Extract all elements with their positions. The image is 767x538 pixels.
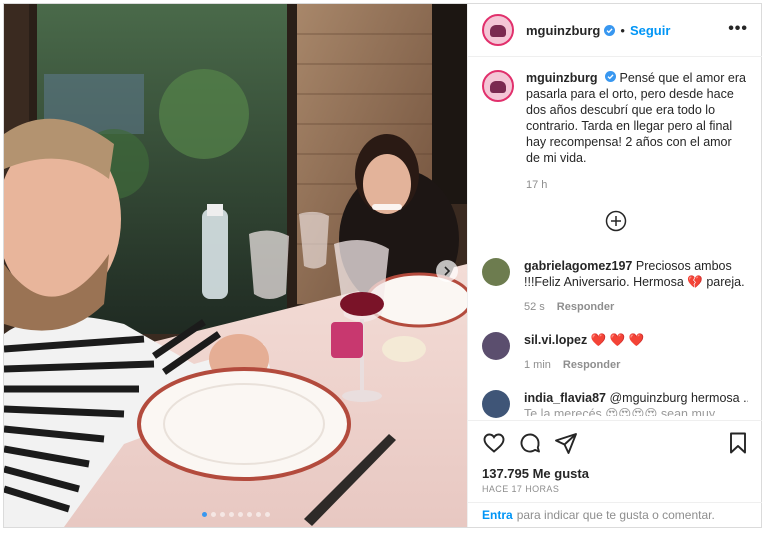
login-link[interactable]: Entra xyxy=(482,508,513,522)
caption-body: mguinzburg Pensé que el amor era pasarla… xyxy=(526,70,748,193)
caption-author-avatar[interactable] xyxy=(482,70,514,102)
caption-time[interactable]: 17 h xyxy=(526,177,748,193)
carousel-dot xyxy=(228,512,234,517)
comment-item: india_flavia87 @mguinzburg hermosa ... T… xyxy=(482,390,752,418)
post-photo[interactable] xyxy=(4,4,467,527)
post-side-panel: mguinzburg • Seguir ••• mguinzburg Pensé… xyxy=(467,4,762,527)
caption-username[interactable]: mguinzburg xyxy=(526,71,598,85)
bookmark-icon[interactable] xyxy=(726,431,750,455)
verified-badge-icon xyxy=(605,71,616,82)
restaurant-photo-illustration xyxy=(4,4,467,527)
commenter-avatar[interactable] xyxy=(482,258,510,286)
post-actions-bar xyxy=(468,420,762,468)
comment-time[interactable]: 52 s xyxy=(524,301,545,313)
post-caption: mguinzburg Pensé que el amor era pasarla… xyxy=(482,70,752,193)
carousel-next-button[interactable] xyxy=(436,260,458,282)
comment-meta: 1 min Responder xyxy=(524,357,748,373)
carousel-next-icon xyxy=(444,266,451,276)
comment-username[interactable]: sil.vi.lopez xyxy=(524,333,587,347)
comment-body: gabrielagomez197 Preciosos ambos !!!Feli… xyxy=(524,258,748,315)
comment-username[interactable]: india_flavia87 xyxy=(524,391,606,405)
login-prompt: Entra para indicar que te gusta o coment… xyxy=(468,502,762,527)
load-more-comments-icon xyxy=(605,210,627,232)
likes-count[interactable]: 137.795 Me gusta xyxy=(482,466,589,481)
comment-body: india_flavia87 @mguinzburg hermosa ... T… xyxy=(524,390,748,418)
header-separator: • xyxy=(620,22,625,38)
share-icon[interactable] xyxy=(554,431,578,455)
hearts-emoji: ❤️ ❤️ ❤️ xyxy=(590,333,645,347)
more-options-icon[interactable]: ••• xyxy=(728,21,748,37)
comment-text: @mguinzburg hermosa ... xyxy=(609,391,748,405)
carousel-dot xyxy=(264,512,270,517)
instagram-post: mguinzburg • Seguir ••• mguinzburg Pensé… xyxy=(3,3,762,528)
commenter-avatar[interactable] xyxy=(482,332,510,360)
author-username[interactable]: mguinzburg xyxy=(526,23,600,38)
verified-badge-icon xyxy=(604,24,616,36)
comment-meta: 52 s Responder xyxy=(524,299,748,315)
author-avatar[interactable] xyxy=(482,14,514,46)
comment-time[interactable]: 1 min xyxy=(524,359,551,371)
reply-button[interactable]: Responder xyxy=(557,301,614,313)
carousel-dot xyxy=(201,512,207,517)
load-more-comments-button[interactable] xyxy=(605,210,627,232)
reply-button[interactable]: Responder xyxy=(563,359,620,371)
commenter-avatar[interactable] xyxy=(482,390,510,418)
follow-button[interactable]: Seguir xyxy=(630,23,670,38)
heart-icon[interactable] xyxy=(482,431,506,455)
comment-text-cutoff: Te la merecés 😍😍😍😍 sean muy xyxy=(524,407,716,416)
comment-text-end: pareja. xyxy=(706,275,745,289)
comment-body: sil.vi.lopez ❤️ ❤️ ❤️ 1 min Responder xyxy=(524,332,748,373)
post-header: mguinzburg • Seguir ••• xyxy=(468,4,762,57)
comment-username[interactable]: gabrielagomez197 xyxy=(524,259,632,273)
carousel-dot xyxy=(219,512,225,517)
post-timestamp[interactable]: HACE 17 HORAS xyxy=(482,484,559,494)
carousel-dot xyxy=(237,512,243,517)
carousel-dots xyxy=(4,512,467,517)
login-prompt-text: para indicar que te gusta o comentar. xyxy=(516,508,715,522)
carousel-dot xyxy=(210,512,216,517)
carousel-dot xyxy=(246,512,252,517)
carousel-dot xyxy=(255,512,261,517)
comment-item: gabrielagomez197 Preciosos ambos !!!Feli… xyxy=(482,258,752,315)
comment-item: sil.vi.lopez ❤️ ❤️ ❤️ 1 min Responder xyxy=(482,332,752,373)
comment-icon[interactable] xyxy=(518,431,542,455)
caption-text: Pensé que el amor era pasarla para el or… xyxy=(526,71,746,165)
broken-heart-emoji: 💔 xyxy=(687,275,703,289)
